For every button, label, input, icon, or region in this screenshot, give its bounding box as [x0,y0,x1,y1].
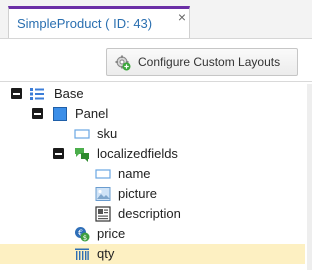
tree-node-label: Base [54,86,84,101]
gear-add-icon [115,55,131,71]
close-icon[interactable]: × [178,10,186,24]
tree-node-label: price [97,226,126,241]
image-icon [95,187,111,201]
tree-node-description[interactable]: description [0,204,305,224]
tree-node-label: Panel [75,106,109,121]
tree-node-label: qty [97,246,115,261]
layout-list-icon [30,88,44,100]
tree-node-localizedfields[interactable]: localizedfields [0,144,305,164]
tree-node-label: name [118,166,151,181]
money-icon: € $ [75,227,90,242]
tree-node-label: localizedfields [97,146,178,161]
tree-node-panel[interactable]: Panel [0,104,305,124]
tree-node-picture[interactable]: picture [0,184,305,204]
tree-node-sku[interactable]: sku [0,124,305,144]
input-field-icon [95,169,111,179]
tree-node-price[interactable]: € $ price [0,224,305,244]
tab-simpleproduct[interactable]: SimpleProduct ( ID: 43) × [8,6,190,38]
tree-node-base[interactable]: Base [0,84,305,104]
localized-fields-icon [75,148,89,162]
tree-node-label: description [118,206,181,221]
svg-text:$: $ [83,234,87,242]
collapse-toggle[interactable] [32,108,43,119]
collapse-toggle[interactable] [11,88,22,99]
toolbar: Configure Custom Layouts [0,39,312,82]
panel-icon [53,107,67,121]
configure-custom-layouts-button[interactable]: Configure Custom Layouts [106,48,298,76]
wysiwyg-icon [95,206,111,222]
layout-tree: Base Panel sku localizedfields name pict… [0,84,312,274]
configure-custom-layouts-label: Configure Custom Layouts [138,55,281,69]
vertical-scrollbar[interactable] [307,84,312,270]
tab-title: SimpleProduct ( ID: 43) [17,16,153,31]
input-field-icon [74,129,90,139]
tree-node-label: picture [118,186,158,201]
tree-node-label: sku [97,126,118,141]
tree-node-name[interactable]: name [0,164,305,184]
numeric-icon [75,248,89,260]
collapse-toggle[interactable] [53,148,64,159]
tab-bar: SimpleProduct ( ID: 43) × [0,0,312,39]
tree-node-qty[interactable]: qty [0,244,305,264]
